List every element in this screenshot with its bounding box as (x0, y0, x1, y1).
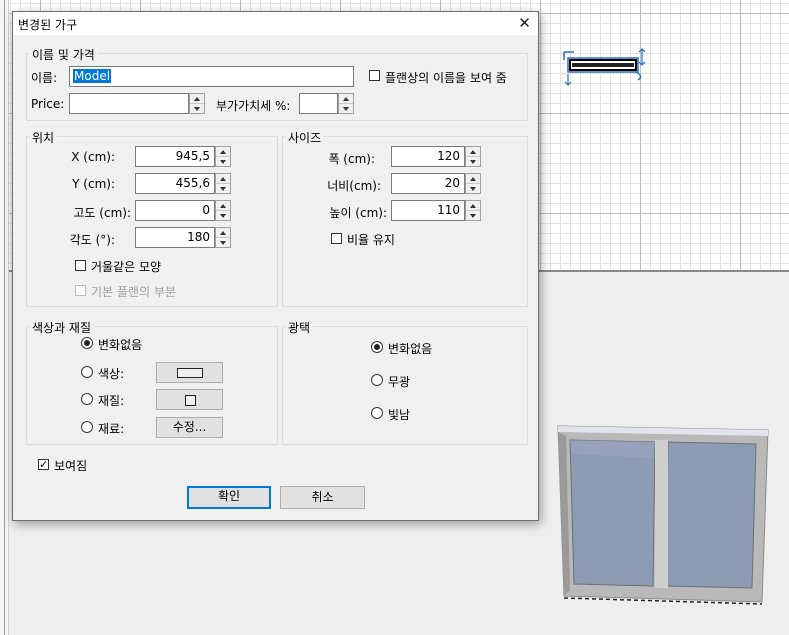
spin-down-icon (470, 186, 476, 191)
rotate-indicator-icon (563, 51, 574, 60)
materials-radio[interactable] (81, 421, 93, 433)
shiny-radio[interactable] (371, 407, 383, 419)
texture-radio[interactable] (81, 393, 93, 405)
vat-spinner[interactable] (338, 93, 354, 114)
show-name-label: 플랜상의 이름을 보여 줌 (385, 71, 507, 85)
materials-label: 재료: (98, 422, 125, 436)
vat-label: 부가가치세 %: (216, 99, 291, 113)
spin-up-icon (220, 149, 226, 154)
spin-down-icon (470, 213, 476, 218)
show-name-checkbox[interactable] (369, 70, 380, 81)
color-material-group (26, 326, 278, 445)
spin-up-icon (220, 203, 226, 208)
ok-button[interactable]: 확인 (187, 486, 271, 509)
angle-label: 각도 (°): (69, 233, 115, 247)
furniture-dialog: 변경된 가구 ✕ 이름 및 가격 이름: Model 플랜상의 이름을 보여 줌… (12, 11, 539, 521)
width-label: 폭 (cm): (328, 152, 375, 166)
spin-up-icon (470, 176, 476, 181)
width-input[interactable]: 120 (391, 146, 465, 167)
texture-label: 재질: (98, 394, 125, 408)
spin-down-icon (220, 213, 226, 218)
base-plan-label: 기본 플랜의 부분 (91, 285, 176, 299)
elevation-label: 고도 (cm): (73, 206, 131, 220)
base-plan-checkbox[interactable] (75, 285, 86, 296)
spin-up-icon (220, 176, 226, 181)
spin-down-icon (470, 159, 476, 164)
width-spinner[interactable] (465, 146, 481, 167)
height-indicator-icon (564, 74, 572, 86)
price-label: Price: (31, 97, 65, 111)
close-icon[interactable]: ✕ (511, 12, 538, 35)
height-spinner[interactable] (465, 200, 481, 221)
splitter-line (4, 0, 5, 635)
y-label: Y (cm): (72, 177, 115, 191)
visible-checkbox[interactable]: ✓ (38, 459, 49, 470)
x-label: X (cm): (71, 150, 115, 164)
matte-radio[interactable] (371, 374, 383, 386)
location-legend: 위치 (29, 129, 58, 146)
keep-ratio-label: 비율 유지 (347, 233, 395, 247)
dialog-title: 변경된 가구 (18, 18, 78, 32)
name-input-value: Model (73, 69, 112, 83)
color-button[interactable] (156, 362, 223, 383)
shininess-unchanged-radio[interactable] (371, 341, 383, 353)
color-radio[interactable] (81, 366, 93, 378)
height-input[interactable]: 110 (391, 200, 465, 221)
depth-input[interactable]: 20 (391, 173, 465, 194)
spin-down-icon (220, 186, 226, 191)
spin-down-icon (220, 159, 226, 164)
title-bar[interactable]: 변경된 가구 ✕ (13, 12, 538, 35)
texture-swatch-icon (185, 395, 196, 406)
vat-input[interactable] (299, 93, 338, 114)
spin-down-icon (220, 240, 226, 245)
color-material-legend: 색상과 재질 (29, 319, 95, 336)
size-legend: 사이즈 (285, 129, 325, 146)
color-swatch-icon (177, 368, 203, 378)
spin-up-icon (470, 149, 476, 154)
plan-selected-window[interactable] (556, 44, 652, 90)
spin-down-icon (194, 106, 200, 111)
depth-label: 너비(cm): (327, 179, 381, 193)
mirror-label: 거울같은 모양 (91, 260, 162, 274)
modify-materials-button[interactable]: 수정... (156, 417, 223, 438)
color-unchanged-label: 변화없음 (98, 338, 143, 352)
spin-up-icon (220, 230, 226, 235)
visible-label: 보여짐 (54, 459, 88, 473)
x-spinner[interactable] (215, 146, 231, 167)
depth-spinner[interactable] (465, 173, 481, 194)
texture-button[interactable] (156, 389, 223, 410)
shininess-unchanged-label: 변화없음 (388, 342, 433, 356)
resize-indicator-icon (635, 71, 642, 81)
elevation-spinner[interactable] (215, 200, 231, 221)
name-input[interactable]: Model (69, 66, 354, 87)
mirror-checkbox[interactable] (75, 260, 86, 271)
matte-label: 무광 (388, 375, 411, 389)
name-label: 이름: (31, 71, 58, 85)
price-spinner[interactable] (189, 93, 205, 114)
shiny-label: 빛남 (388, 408, 411, 422)
elevation-input[interactable]: 0 (135, 200, 215, 221)
angle-input[interactable]: 180 (135, 227, 215, 248)
spin-down-icon (343, 106, 349, 111)
y-spinner[interactable] (215, 173, 231, 194)
window-3d-model[interactable] (550, 418, 780, 608)
elevation-indicator-icon (638, 48, 646, 66)
shininess-legend: 광택 (285, 319, 314, 336)
x-input[interactable]: 945,5 (135, 146, 215, 167)
name-price-legend: 이름 및 가격 (29, 46, 98, 63)
color-unchanged-radio[interactable] (81, 337, 93, 349)
spin-up-icon (343, 96, 349, 101)
color-label: 색상: (98, 367, 125, 381)
y-input[interactable]: 455,6 (135, 173, 215, 194)
height-label: 높이 (cm): (329, 206, 387, 220)
price-input[interactable] (69, 93, 189, 114)
spin-up-icon (470, 203, 476, 208)
cancel-button[interactable]: 취소 (280, 486, 365, 509)
keep-ratio-checkbox[interactable] (331, 233, 342, 244)
angle-spinner[interactable] (215, 227, 231, 248)
spin-up-icon (194, 96, 200, 101)
check-icon: ✓ (39, 458, 49, 471)
